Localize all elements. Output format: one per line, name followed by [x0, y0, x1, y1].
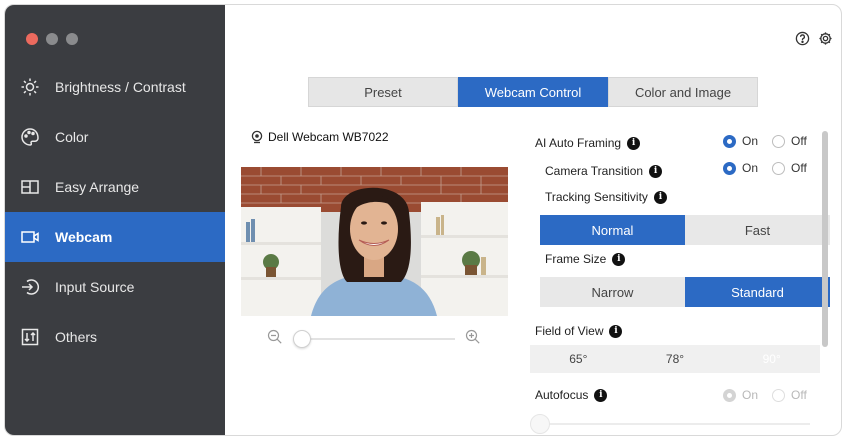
help-icon[interactable]	[795, 31, 810, 46]
webcam-icon	[19, 226, 41, 248]
webcam-preview	[241, 167, 508, 316]
camera-icon	[251, 130, 263, 144]
sidebar: Brightness / Contrast Color Easy Arrange…	[5, 5, 225, 435]
webcam-settings-panel: AI Auto Framing i On Off Camera Transiti…	[530, 125, 830, 435]
sidebar-item-label: Webcam	[55, 229, 113, 245]
brightness-icon	[19, 76, 41, 98]
top-toolbar	[795, 31, 833, 46]
frame-size-label: Frame Size	[545, 252, 607, 266]
zoom-slider[interactable]	[267, 329, 487, 348]
close-window-button[interactable]	[26, 33, 38, 45]
info-icon[interactable]: i	[627, 136, 641, 150]
sidebar-item-webcam[interactable]: Webcam	[5, 212, 225, 262]
frame-standard-button[interactable]: Standard	[685, 277, 830, 307]
ai-auto-framing-label: AI Auto Framing	[535, 136, 622, 150]
camera-transition-row: Camera Transition i	[545, 164, 663, 178]
sidebar-item-easy-arrange[interactable]: Easy Arrange	[5, 162, 225, 212]
info-icon[interactable]: i	[594, 388, 608, 402]
zoom-knob[interactable]	[293, 330, 311, 348]
main-content: Preset Webcam Control Color and Image De…	[225, 5, 841, 435]
info-icon[interactable]: i	[649, 164, 663, 178]
ai-auto-framing-row: AI Auto Framing i	[535, 136, 641, 150]
sidebar-item-label: Input Source	[55, 279, 135, 295]
tracking-sensitivity-label: Tracking Sensitivity	[545, 190, 648, 204]
sidebar-nav: Brightness / Contrast Color Easy Arrange…	[5, 62, 225, 362]
autofocus-row: Autofocus i	[535, 388, 608, 402]
fov-65-button[interactable]: 65°	[530, 345, 627, 373]
field-of-view-row: Field of View i	[535, 324, 623, 338]
frame-size-row: Frame Size i	[545, 252, 626, 266]
tracking-sensitivity-segmented: Normal Fast	[540, 215, 830, 245]
focus-slider-knob[interactable]	[530, 414, 550, 434]
tracking-sensitivity-row: Tracking Sensitivity i	[545, 190, 667, 204]
tab-preset[interactable]: Preset	[308, 77, 458, 107]
sidebar-item-brightness-contrast[interactable]: Brightness / Contrast	[5, 62, 225, 112]
layout-icon	[19, 176, 41, 198]
sidebar-item-label: Easy Arrange	[55, 179, 140, 195]
field-of-view-segmented: 65° 78° 90°	[530, 345, 821, 373]
palette-icon	[19, 126, 41, 148]
info-icon[interactable]: i	[653, 190, 667, 204]
tab-bar: Preset Webcam Control Color and Image	[308, 77, 758, 107]
autofocus-on-radio[interactable]: On	[723, 388, 758, 402]
sidebar-item-label: Color	[55, 129, 89, 145]
input-icon	[19, 276, 41, 298]
camera-name-label: Dell Webcam WB7022	[268, 130, 389, 144]
sidebar-item-label: Brightness / Contrast	[55, 79, 186, 95]
app-window: Brightness / Contrast Color Easy Arrange…	[4, 4, 842, 436]
autofocus-off-radio[interactable]: Off	[772, 388, 807, 402]
window-controls	[26, 33, 78, 45]
autofocus-label: Autofocus	[535, 388, 589, 402]
maximize-window-button[interactable]	[66, 33, 78, 45]
info-icon[interactable]: i	[612, 252, 626, 266]
sidebar-item-label: Others	[55, 329, 98, 345]
camera-transition-off-radio[interactable]: Off	[772, 161, 807, 175]
zoom-track[interactable]	[295, 338, 455, 340]
camera-transition-toggle: On Off	[723, 161, 807, 175]
frame-narrow-button[interactable]: Narrow	[540, 277, 685, 307]
settings-gear-icon[interactable]	[818, 31, 833, 46]
others-icon	[19, 326, 41, 348]
ai-auto-framing-off-radio[interactable]: Off	[772, 134, 807, 148]
fov-90-button[interactable]: 90°	[723, 345, 821, 373]
fov-78-button[interactable]: 78°	[627, 345, 724, 373]
sidebar-item-color[interactable]: Color	[5, 112, 225, 162]
tracking-fast-button[interactable]: Fast	[685, 215, 830, 245]
field-of-view-label: Field of View	[535, 324, 604, 338]
zoom-out-icon[interactable]	[267, 329, 283, 345]
tracking-normal-button[interactable]: Normal	[540, 215, 685, 245]
tab-color-and-image[interactable]: Color and Image	[608, 77, 758, 107]
autofocus-toggle: On Off	[723, 388, 807, 402]
info-icon[interactable]: i	[609, 324, 623, 338]
focus-slider-track[interactable]	[540, 423, 810, 425]
zoom-in-icon[interactable]	[465, 329, 481, 345]
sidebar-item-others[interactable]: Others	[5, 312, 225, 362]
settings-scrollbar[interactable]	[822, 131, 828, 347]
camera-transition-on-radio[interactable]: On	[723, 161, 758, 175]
sidebar-item-input-source[interactable]: Input Source	[5, 262, 225, 312]
camera-transition-label: Camera Transition	[545, 164, 644, 178]
frame-size-segmented: Narrow Standard	[540, 277, 830, 307]
minimize-window-button[interactable]	[46, 33, 58, 45]
tab-webcam-control[interactable]: Webcam Control	[458, 77, 608, 107]
ai-auto-framing-on-radio[interactable]: On	[723, 134, 758, 148]
ai-auto-framing-toggle: On Off	[723, 134, 807, 148]
camera-name: Dell Webcam WB7022	[250, 130, 389, 144]
